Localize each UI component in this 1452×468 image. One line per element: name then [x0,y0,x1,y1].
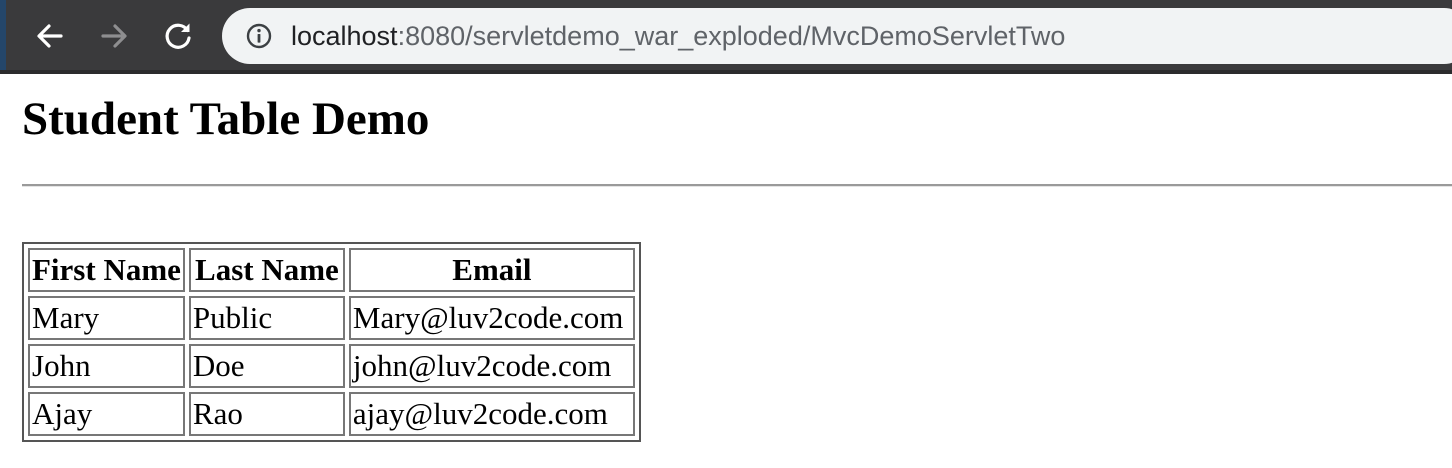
cell-email: ajay@luv2code.com [348,392,635,436]
horizontal-rule [22,184,1452,187]
header-first-name: First Name [28,248,185,292]
forward-button[interactable] [92,14,136,58]
header-email: Email [348,248,635,292]
cell-first-name: John [28,344,185,388]
student-table: First Name Last Name Email Mary Public M… [22,242,641,442]
table-row: John Doe john@luv2code.com [28,344,635,388]
cell-first-name: Mary [28,296,185,340]
forward-arrow-icon [101,24,127,48]
back-arrow-icon [37,24,63,48]
toolbar-bottom-edge [0,70,1452,74]
window-edge [0,0,6,74]
browser-toolbar: localhost:8080/servletdemo_war_exploded/… [0,0,1452,74]
url-host: localhost [291,21,398,51]
reload-icon [165,23,191,49]
reload-button[interactable] [156,14,200,58]
url-text[interactable]: localhost:8080/servletdemo_war_exploded/… [291,20,1065,52]
cell-email: Mary@luv2code.com [348,296,635,340]
cell-last-name: Public [188,296,345,340]
info-icon[interactable] [246,23,272,49]
page-title: Student Table Demo [22,93,430,145]
table-header-row: First Name Last Name Email [28,248,635,292]
cell-email: john@luv2code.com [348,344,635,388]
back-button[interactable] [28,14,72,58]
cell-last-name: Rao [188,392,345,436]
cell-last-name: Doe [188,344,345,388]
address-bar[interactable]: localhost:8080/servletdemo_war_exploded/… [222,8,1452,64]
table-row: Ajay Rao ajay@luv2code.com [28,392,635,436]
table-row: Mary Public Mary@luv2code.com [28,296,635,340]
cell-first-name: Ajay [28,392,185,436]
header-last-name: Last Name [188,248,345,292]
url-path: :8080/servletdemo_war_exploded/MvcDemoSe… [397,21,1066,51]
